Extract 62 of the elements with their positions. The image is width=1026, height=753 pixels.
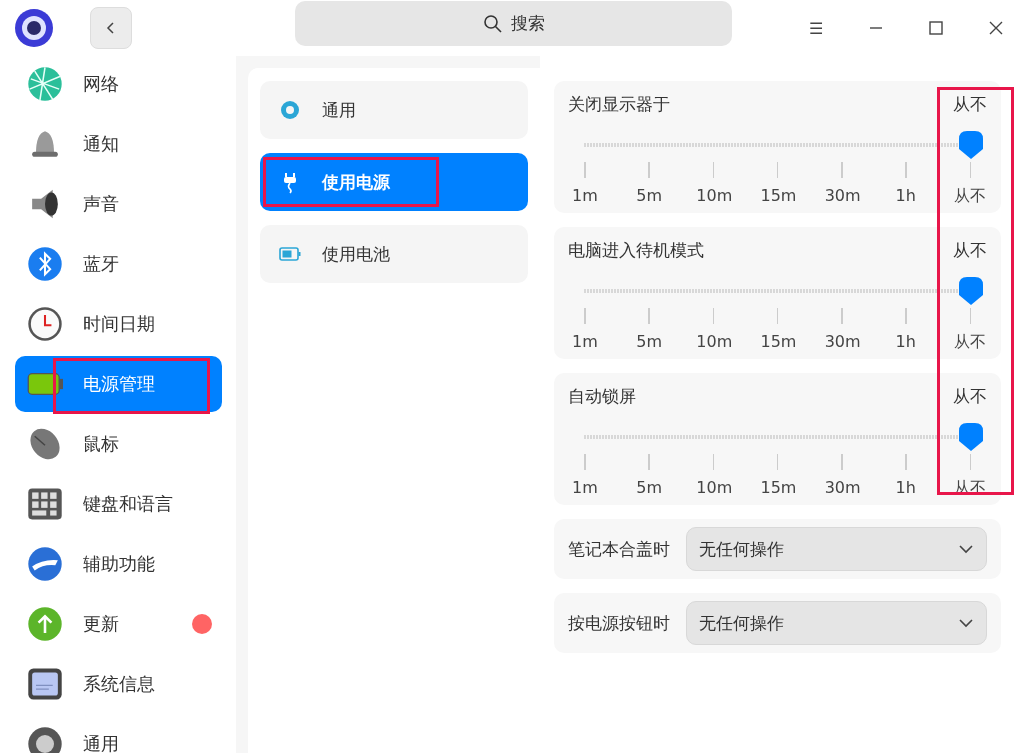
sidebar-item[interactable]: 电源管理 [15,356,222,412]
sidebar-item[interactable]: 通用 [15,716,222,753]
tick-label: 10m [696,332,731,353]
tick-label: 1m [571,186,599,207]
close-icon [989,21,1003,35]
menu-button[interactable]: ☰ [786,3,846,53]
tick-label: 15m [760,478,795,499]
tick-label: 1h [894,186,917,207]
sidebar-item[interactable]: 通知 [15,116,222,172]
setting-value: 从不 [953,93,987,116]
setting-label: 自动锁屏 [568,385,636,408]
subnav-item[interactable]: 使用电源 [260,153,528,211]
sidebar-item[interactable]: 键盘和语言 [15,476,222,532]
maximize-icon [929,21,943,35]
setting-label: 关闭显示器于 [568,93,670,116]
tick-label: 30m [824,186,859,207]
search-icon [482,13,503,34]
tick-label: 5m [635,186,664,207]
sidebar-item[interactable]: 辅助功能 [15,536,222,592]
tick-label: 30m [824,478,859,499]
dropdown[interactable]: 无任何操作 [686,527,987,571]
tick-label: 从不 [952,332,987,353]
bluetooth-icon [27,246,63,282]
tick-label: 30m [824,332,859,353]
tick-label: 1h [894,478,917,499]
monitor-icon [27,666,63,702]
tick-label: 从不 [952,186,987,207]
dropdown[interactable]: 无任何操作 [686,601,987,645]
tick-label: 5m [635,332,664,353]
tick-label: 15m [760,332,795,353]
tick-label: 15m [760,186,795,207]
tick-label: 5m [635,478,664,499]
subnav-item[interactable]: 使用电池 [260,225,528,283]
sidebar-item[interactable]: 声音 [15,176,222,232]
clock-icon [27,306,63,342]
sidebar-item[interactable]: 网络 [15,56,222,112]
sidebar-item[interactable]: 鼠标 [15,416,222,472]
tick-label: 1m [571,478,599,499]
setting-value: 从不 [953,239,987,262]
sidebar-item[interactable]: 更新 [15,596,222,652]
tick-label: 1m [571,332,599,353]
sidebar-item[interactable]: 系统信息 [15,656,222,712]
globe-icon [27,66,63,102]
slider-thumb[interactable] [958,275,984,307]
chevron-down-icon [958,618,974,628]
sidebar-item[interactable]: 蓝牙 [15,236,222,292]
tick-label: 10m [696,478,731,499]
setting-label: 电脑进入待机模式 [568,239,704,262]
slider-thumb[interactable] [958,421,984,453]
slider-thumb[interactable] [958,129,984,161]
chevron-down-icon [958,544,974,554]
setting-label: 按电源按钮时 [568,611,670,635]
search-field[interactable]: 搜索 [295,1,732,46]
tick-label: 10m [696,186,731,207]
subnav-item[interactable]: 通用 [260,81,528,139]
keyboard-icon [27,486,63,522]
sidebar-item[interactable]: 时间日期 [15,296,222,352]
tick-label: 1h [894,332,917,353]
app-logo-icon [14,8,54,48]
mouse-icon [27,426,63,462]
setting-value: 从不 [953,385,987,408]
setting-label: 笔记本合盖时 [568,537,670,561]
